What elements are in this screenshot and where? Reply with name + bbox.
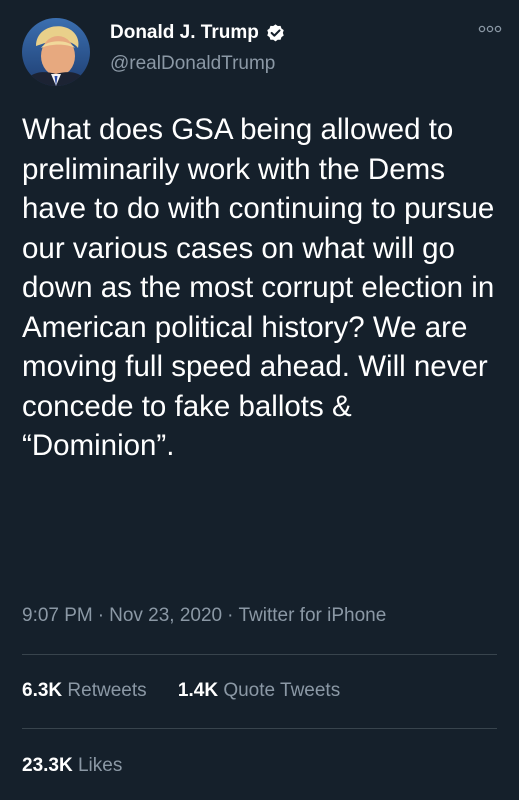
author-name[interactable]: Donald J. Trump — [110, 22, 259, 44]
tweet-time[interactable]: 9:07 PM — [22, 605, 93, 626]
retweets-label: Retweets — [67, 680, 147, 701]
verified-badge-icon — [265, 23, 286, 44]
likes-stat[interactable]: 23.3K Likes — [22, 755, 122, 777]
tweet-source[interactable]: Twitter for iPhone — [238, 605, 386, 626]
avatar[interactable] — [22, 18, 90, 86]
quote-tweets-count: 1.4K — [177, 680, 219, 701]
author-handle[interactable]: @realDonaldTrump — [110, 53, 275, 75]
retweets-count: 6.3K — [22, 680, 63, 701]
divider — [22, 654, 497, 655]
likes-label: Likes — [77, 755, 123, 776]
more-icon[interactable] — [478, 22, 502, 36]
retweet-stats-row: 6.3K Retweets 1.4K Quote Tweets — [22, 680, 340, 702]
avatar-image — [22, 18, 90, 86]
quote-tweets-label: Quote Tweets — [223, 680, 341, 701]
tweet-date[interactable]: Nov 23, 2020 — [109, 605, 222, 626]
tweet-text: What does GSA being allowed to prelimina… — [22, 113, 495, 462]
tweet-metadata: 9:07 PM · Nov 23, 2020 · Twitter for iPhone — [22, 605, 386, 627]
divider — [22, 728, 497, 729]
tweet-card: Donald J. Trump @realDonaldTrump What do… — [0, 0, 519, 800]
author-name-row: Donald J. Trump — [110, 22, 286, 44]
retweets-stat[interactable]: 6.3K Retweets — [22, 680, 147, 702]
meta-separator: · — [227, 605, 234, 626]
likes-count: 23.3K — [22, 755, 73, 776]
meta-separator: · — [97, 605, 105, 626]
likes-stats-row: 23.3K Likes — [22, 755, 122, 777]
quote-tweets-stat[interactable]: 1.4K Quote Tweets — [178, 680, 340, 702]
tweet-header: Donald J. Trump @realDonaldTrump — [22, 18, 502, 88]
